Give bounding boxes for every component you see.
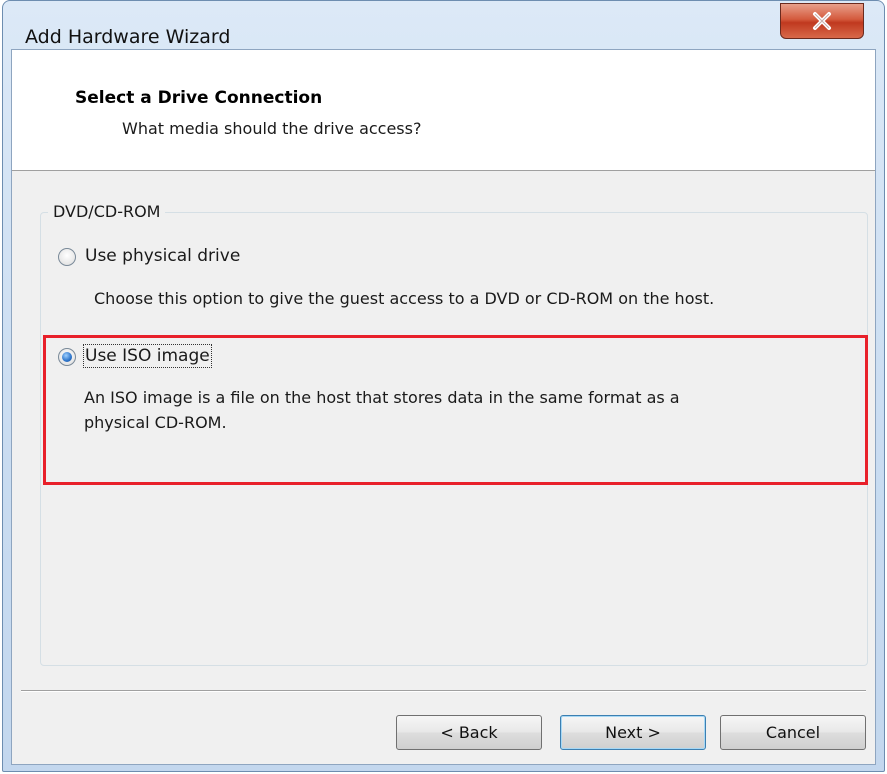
wizard-window: Add Hardware Wizard Select a Drive Conne… [2, 0, 885, 772]
page-subtitle: What media should the drive access? [122, 119, 422, 138]
close-button[interactable] [780, 3, 864, 39]
next-button[interactable]: Next > [560, 715, 706, 750]
cancel-button[interactable]: Cancel [720, 715, 866, 750]
page-title: Select a Drive Connection [75, 88, 323, 108]
wizard-header: Select a Drive Connection What media sho… [12, 50, 875, 171]
wizard-body: Select a Drive Connection What media sho… [11, 49, 876, 765]
group-label: DVD/CD-ROM [48, 202, 166, 221]
physical-drive-radio[interactable] [58, 248, 76, 266]
physical-drive-label[interactable]: Use physical drive [85, 246, 240, 266]
physical-drive-description: Choose this option to give the guest acc… [94, 289, 715, 308]
window-title: Add Hardware Wizard [25, 26, 231, 48]
highlight-box [43, 335, 868, 485]
back-button[interactable]: < Back [396, 715, 542, 750]
close-icon [813, 12, 831, 30]
footer-separator [21, 690, 866, 692]
